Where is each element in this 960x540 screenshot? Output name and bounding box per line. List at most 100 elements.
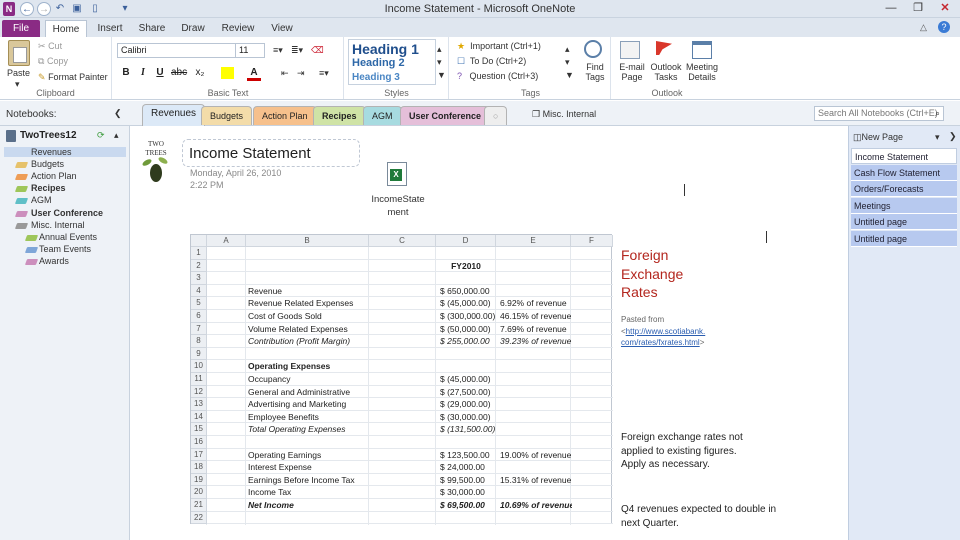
- page-tab-untitled-page[interactable]: Untitled page: [851, 231, 957, 247]
- row-header[interactable]: 16: [191, 436, 207, 449]
- fx-heading[interactable]: Foreign Exchange Rates: [621, 246, 683, 302]
- section-tab-user-conference[interactable]: User Conference: [400, 106, 491, 125]
- table-cell[interactable]: [248, 512, 368, 525]
- notebook-section-misc-internal[interactable]: Misc. Internal: [31, 220, 85, 230]
- section-tab-agm[interactable]: AGM: [363, 106, 402, 125]
- table-cell[interactable]: [500, 348, 572, 361]
- table-cell[interactable]: [500, 285, 572, 298]
- table-cell[interactable]: $ 24,000.00: [440, 461, 500, 474]
- table-cell[interactable]: [440, 360, 500, 373]
- numbering-icon[interactable]: ≣▾: [291, 45, 303, 56]
- column-header[interactable]: F: [571, 235, 613, 247]
- table-cell[interactable]: Total Operating Expenses: [248, 423, 368, 436]
- attachment-name[interactable]: IncomeStatement: [368, 193, 428, 219]
- notebook-section-recipes[interactable]: Recipes: [31, 183, 66, 193]
- table-cell[interactable]: 19.00% of revenue: [500, 449, 572, 462]
- notebook-section-revenues[interactable]: Revenues: [4, 147, 126, 157]
- row-header[interactable]: 11: [191, 373, 207, 386]
- notebook-section-agm[interactable]: AGM: [31, 195, 52, 205]
- search-input[interactable]: Search All Notebooks (Ctrl+E): [814, 106, 944, 121]
- row-header[interactable]: 3: [191, 272, 207, 285]
- table-cell[interactable]: [440, 272, 500, 285]
- q4-note[interactable]: Q4 revenues expected to double in next Q…: [621, 503, 776, 530]
- table-cell[interactable]: Cost of Goods Sold: [248, 310, 368, 323]
- table-cell[interactable]: [440, 512, 500, 525]
- page-tab-meetings[interactable]: Meetings: [851, 197, 957, 214]
- fx-note[interactable]: Foreign exchange rates not applied to ex…: [621, 431, 743, 472]
- help-icon[interactable]: ?: [938, 21, 950, 33]
- table-cell[interactable]: [500, 436, 572, 449]
- table-cell[interactable]: [500, 411, 572, 424]
- paste-icon[interactable]: [8, 40, 30, 66]
- table-cell[interactable]: [248, 348, 368, 361]
- highlight-icon[interactable]: [221, 67, 234, 79]
- table-cell[interactable]: [440, 247, 500, 260]
- restore-button[interactable]: ❐: [907, 0, 929, 17]
- row-header[interactable]: 7: [191, 322, 207, 336]
- tab-home[interactable]: Home: [45, 20, 87, 37]
- minimize-button[interactable]: —: [880, 0, 902, 17]
- row-header[interactable]: 8: [191, 335, 207, 348]
- table-cell[interactable]: Earnings Before Income Tax: [248, 474, 368, 487]
- table-cell[interactable]: $ (131,500.00): [440, 423, 500, 436]
- underline-button[interactable]: U: [153, 67, 167, 78]
- font-size-field[interactable]: 11: [235, 43, 265, 58]
- tab-file[interactable]: File: [2, 20, 40, 37]
- sheet-corner[interactable]: [191, 235, 207, 247]
- table-cell[interactable]: [248, 436, 368, 449]
- style-heading-3[interactable]: Heading 3: [352, 72, 400, 83]
- table-cell[interactable]: [248, 272, 368, 285]
- format-painter-button[interactable]: ✎ Format Painter: [38, 72, 108, 83]
- table-cell[interactable]: 46.15% of revenue: [500, 310, 572, 323]
- row-header[interactable]: 14: [191, 410, 207, 424]
- bullets-icon[interactable]: ≡▾: [273, 45, 283, 56]
- table-cell[interactable]: Advertising and Marketing: [248, 398, 368, 411]
- table-cell[interactable]: Revenue: [248, 285, 368, 298]
- tag-important[interactable]: ★ Important (Ctrl+1): [457, 41, 541, 52]
- clear-formatting-icon[interactable]: ⌫: [311, 45, 324, 56]
- notebook-section-user-conference[interactable]: User Conference: [31, 208, 103, 218]
- row-header[interactable]: 19: [191, 473, 207, 487]
- font-color-icon[interactable]: A: [247, 67, 261, 81]
- ribbon-minimize-icon[interactable]: △: [920, 22, 927, 33]
- table-cell[interactable]: $ 69,500.00: [440, 499, 500, 512]
- table-cell[interactable]: Income Tax: [248, 486, 368, 499]
- row-header[interactable]: 15: [191, 423, 207, 436]
- row-header[interactable]: 12: [191, 385, 207, 399]
- table-cell[interactable]: $ 255,000.00: [440, 335, 500, 348]
- tags-scroll-icon[interactable]: ▴ ▾ ▼: [565, 43, 574, 82]
- table-cell[interactable]: [440, 348, 500, 361]
- tab-review[interactable]: Review: [218, 20, 258, 37]
- table-cell[interactable]: [500, 360, 572, 373]
- notebook-section-annual-events[interactable]: Annual Events: [39, 232, 97, 242]
- source-link[interactable]: <http://www.scotiabank. com/rates/fxrate…: [621, 326, 705, 348]
- table-cell[interactable]: 6.92% of revenue: [500, 297, 572, 310]
- meeting-details-button[interactable]: Meeting Details: [684, 62, 720, 82]
- row-header[interactable]: 6: [191, 310, 207, 323]
- table-cell[interactable]: $ 123,500.00: [440, 449, 500, 462]
- page-tab-income-statement[interactable]: Income Statement: [851, 148, 957, 164]
- row-header[interactable]: 13: [191, 398, 207, 411]
- embedded-spreadsheet[interactable]: A B C D E F 1 2 FY2010 3 4 Revenue $ 650,000.00 5 Reve…: [190, 234, 613, 525]
- notebook-name[interactable]: TwoTrees12: [20, 130, 77, 141]
- row-header[interactable]: 21: [191, 499, 207, 512]
- page-tab-cash-flow-statement[interactable]: Cash Flow Statement: [851, 164, 957, 181]
- page-list-collapse-icon[interactable]: ❯: [949, 131, 957, 142]
- notebook-section-budgets[interactable]: Budgets: [31, 159, 64, 169]
- column-header[interactable]: B: [246, 235, 369, 247]
- outlook-tasks-button[interactable]: Outlook Tasks: [648, 62, 684, 82]
- year-header[interactable]: FY2010: [436, 260, 496, 273]
- styles-scroll-icon[interactable]: ▴ ▾ ▼: [437, 43, 446, 82]
- row-header[interactable]: 4: [191, 284, 207, 298]
- excel-file-icon[interactable]: X: [387, 162, 407, 186]
- table-cell[interactable]: [440, 436, 500, 449]
- page-tab-untitled-page[interactable]: Untitled page: [851, 214, 957, 231]
- table-cell[interactable]: Employee Benefits: [248, 411, 368, 424]
- table-cell[interactable]: [500, 461, 572, 474]
- table-cell[interactable]: [500, 423, 572, 436]
- increase-indent-icon[interactable]: ⇥: [297, 68, 305, 79]
- table-cell[interactable]: [248, 260, 368, 273]
- row-header[interactable]: 2: [191, 259, 207, 273]
- table-cell[interactable]: [500, 260, 572, 273]
- table-cell[interactable]: $ 30,000.00: [440, 486, 500, 499]
